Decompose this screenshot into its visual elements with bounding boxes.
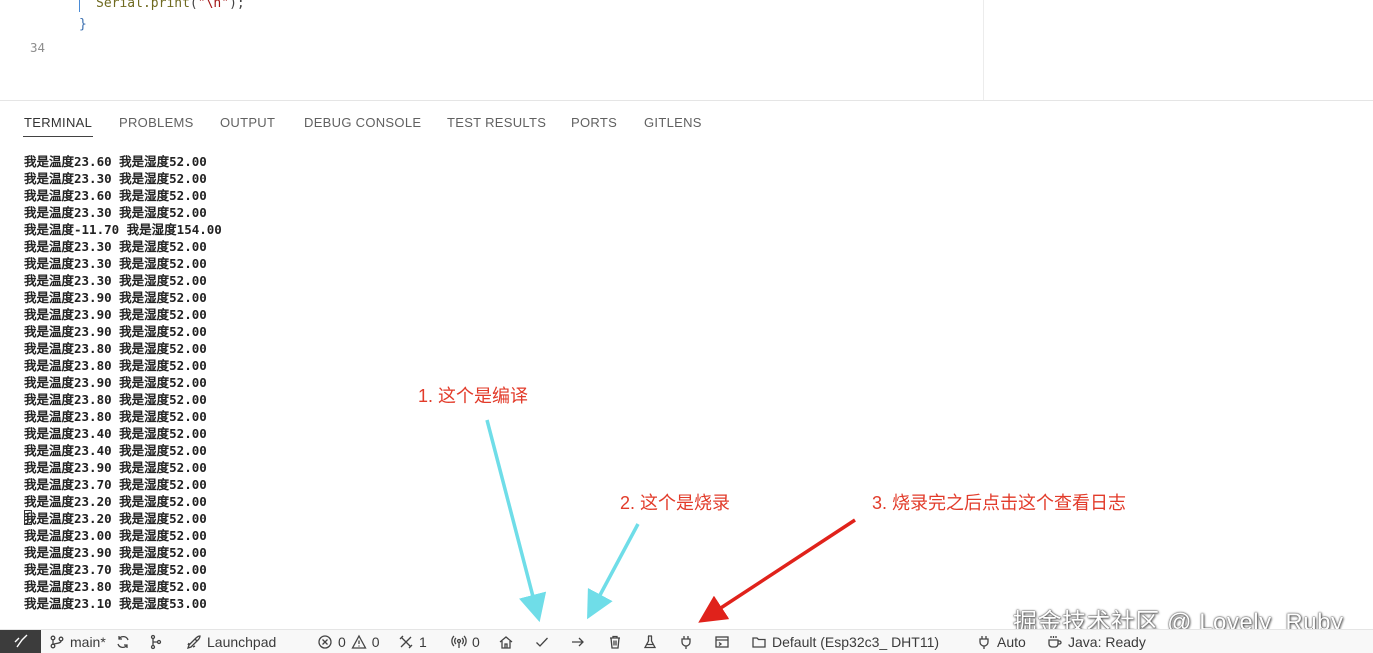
- code-line-brace[interactable]: }: [79, 17, 87, 32]
- folder-icon: [751, 634, 767, 650]
- terminal-line: 我是温度23.20 我是湿度52.00: [24, 511, 207, 526]
- line-number: 34: [30, 40, 46, 55]
- warning-icon: [351, 634, 367, 650]
- terminal-line: 我是温度23.30 我是湿度52.00: [24, 171, 207, 186]
- code-token-function: Serial.print: [96, 0, 190, 11]
- tab-problems[interactable]: PROBLEMS: [119, 115, 194, 130]
- annotation-compile: 1. 这个是编译: [418, 386, 529, 406]
- ports-count: 0: [472, 634, 480, 650]
- plug-icon: [678, 634, 694, 650]
- terminal-line: 我是温度23.90 我是湿度52.00: [24, 307, 207, 322]
- plug-icon: [976, 634, 992, 650]
- terminal-line: 我是温度23.10 我是湿度53.00: [24, 596, 207, 611]
- code-token-paren: (: [189, 0, 198, 11]
- terminal-line: 我是温度23.90 我是湿度52.00: [24, 375, 207, 390]
- java-status-button[interactable]: Java: Ready: [1047, 633, 1146, 651]
- terminal-line: 我是温度23.60 我是湿度52.00: [24, 154, 207, 169]
- launchpad-label: Launchpad: [207, 634, 277, 650]
- clean-button[interactable]: [607, 633, 623, 651]
- terminal-line: 我是温度23.20 我是湿度52.00: [24, 494, 207, 509]
- build-button[interactable]: [534, 633, 550, 651]
- indent-guide: [79, 0, 80, 12]
- project-env-button[interactable]: Default (Esp32c3_ DHT11): [751, 633, 939, 651]
- terminal-line: 我是温度23.70 我是湿度52.00: [24, 477, 207, 492]
- terminal-line: 我是温度23.90 我是湿度52.00: [24, 545, 207, 560]
- error-icon: [317, 634, 333, 650]
- bottom-panel: TERMINAL PROBLEMS OUTPUT DEBUG CONSOLE T…: [0, 100, 1373, 629]
- terminal-line: 我是温度23.60 我是湿度52.00: [24, 188, 207, 203]
- tab-gitlens[interactable]: GITLENS: [644, 115, 702, 130]
- annotation-upload: 2. 这个是烧录: [620, 493, 731, 513]
- new-terminal-button[interactable]: [714, 633, 730, 651]
- code-line[interactable]: Serial.print("\n");: [96, 0, 245, 11]
- project-env-label: Default (Esp32c3_ DHT11): [772, 634, 940, 650]
- tab-test-results[interactable]: TEST RESULTS: [447, 115, 546, 130]
- terminal-line: 我是温度23.00 我是湿度52.00: [24, 528, 207, 543]
- tab-ports[interactable]: PORTS: [571, 115, 617, 130]
- terminal-line: 我是温度23.40 我是湿度52.00: [24, 426, 207, 441]
- rocket-icon: [186, 634, 202, 650]
- flask-icon: [642, 634, 658, 650]
- broadcast-icon: [451, 634, 467, 650]
- terminal-line: 我是温度23.80 我是湿度52.00: [24, 409, 207, 424]
- launchpad-button[interactable]: Launchpad: [186, 633, 276, 651]
- terminal-line: 我是温度23.80 我是湿度52.00: [24, 392, 207, 407]
- terminal-line: 我是温度23.30 我是湿度52.00: [24, 273, 207, 288]
- sync-icon: [115, 634, 131, 650]
- tools-count: 1: [419, 634, 427, 650]
- warning-count: 0: [371, 634, 380, 650]
- tools-button[interactable]: 1: [398, 633, 427, 651]
- tab-output[interactable]: OUTPUT: [220, 115, 275, 130]
- check-icon: [534, 634, 550, 650]
- terminal-line: 我是温度23.90 我是湿度52.00: [24, 460, 207, 475]
- terminal-cursor: [24, 510, 32, 525]
- home-icon: [498, 634, 514, 650]
- pio-home-button[interactable]: [498, 633, 514, 651]
- sync-button[interactable]: [115, 633, 131, 651]
- terminal-line: 我是温度23.80 我是湿度52.00: [24, 579, 207, 594]
- java-status-label: Java: Ready: [1068, 634, 1146, 650]
- source-control-graph-button[interactable]: [148, 633, 164, 651]
- remote-icon: [14, 634, 28, 651]
- test-button[interactable]: [642, 633, 658, 651]
- port-auto-button[interactable]: Auto: [976, 633, 1026, 651]
- terminal-line: 我是温度23.40 我是湿度52.00: [24, 443, 207, 458]
- terminal-icon: [714, 634, 730, 650]
- ports-button[interactable]: 0: [451, 633, 480, 651]
- code-editor[interactable]: Serial.print("\n"); } 34: [0, 0, 983, 100]
- port-auto-label: Auto: [997, 634, 1026, 650]
- editor-secondary-pane: [983, 0, 1373, 100]
- trash-icon: [607, 634, 623, 650]
- terminal-line: 我是温度23.30 我是湿度52.00: [24, 239, 207, 254]
- terminal-line: 我是温度23.30 我是湿度52.00: [24, 256, 207, 271]
- upload-button[interactable]: [570, 633, 586, 651]
- remote-button[interactable]: [0, 630, 41, 653]
- annotation-monitor: 3. 烧录完之后点击这个查看日志: [872, 493, 1127, 513]
- terminal-line: 我是温度23.30 我是湿度52.00: [24, 205, 207, 220]
- tab-debug-console[interactable]: DEBUG CONSOLE: [304, 115, 421, 130]
- source-control-graph-icon: [148, 634, 164, 650]
- serial-monitor-button[interactable]: [678, 633, 694, 651]
- code-token-string: "\n": [197, 0, 230, 11]
- panel-tabs: TERMINAL PROBLEMS OUTPUT DEBUG CONSOLE T…: [0, 101, 1373, 139]
- tools-icon: [398, 634, 414, 650]
- terminal-line: 我是温度23.90 我是湿度52.00: [24, 324, 207, 339]
- terminal-line: 我是温度-11.70 我是湿度154.00: [24, 222, 222, 237]
- arrow-right-icon: [570, 634, 586, 650]
- git-branch-label: main*: [70, 634, 106, 650]
- terminal-line: 我是温度23.80 我是湿度52.00: [24, 341, 207, 356]
- tab-terminal[interactable]: TERMINAL: [22, 115, 94, 137]
- terminal-line: 我是温度23.70 我是湿度52.00: [24, 562, 207, 577]
- terminal-line: 我是温度23.90 我是湿度52.00: [24, 290, 207, 305]
- git-branch-icon: [49, 634, 65, 650]
- status-bar: main* Launchpad 0 0 1 0 Default (Esp32c3…: [0, 629, 1373, 653]
- problems-button[interactable]: 0 0: [317, 633, 380, 651]
- terminal-output[interactable]: 我是温度23.60 我是湿度52.00 我是温度23.30 我是湿度52.00 我是…: [24, 153, 222, 612]
- git-branch-button[interactable]: main*: [49, 633, 106, 651]
- code-token-close: );: [229, 0, 245, 11]
- error-count: 0: [338, 634, 346, 650]
- terminal-line: 我是温度23.80 我是湿度52.00: [24, 358, 207, 373]
- coffee-icon: [1047, 634, 1063, 650]
